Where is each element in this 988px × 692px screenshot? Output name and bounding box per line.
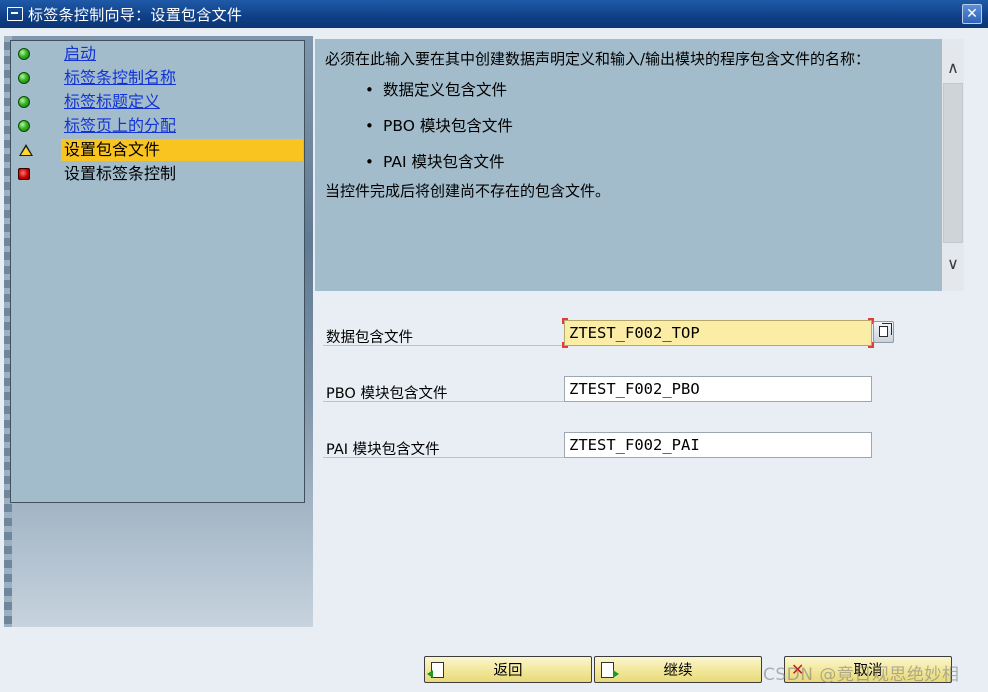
window-title: 标签条控制向导：设置包含文件 bbox=[28, 5, 243, 24]
step-label: 标签页上的分配 bbox=[64, 116, 177, 135]
back-arrow-icon bbox=[427, 662, 444, 678]
value-help-icon bbox=[879, 323, 892, 337]
pbo-include-input[interactable] bbox=[564, 376, 872, 402]
scrollbar-thumb[interactable] bbox=[943, 83, 963, 243]
instruction-panel: 必须在此输入要在其中创建数据声明定义和输入/输出模块的程序包含文件的名称： 数据… bbox=[315, 39, 942, 291]
step-set-tabstrip-control[interactable]: 设置标签条控制 bbox=[11, 163, 305, 185]
watermark: CSDN @竟日观思绝妙相 bbox=[763, 665, 960, 685]
step-start[interactable]: 启动 bbox=[11, 43, 305, 65]
instruction-scrollbar[interactable]: ∧ ∨ bbox=[942, 39, 964, 291]
label-underline bbox=[323, 401, 567, 402]
step-label: 设置包含文件 bbox=[64, 140, 161, 159]
window-titlebar: 标签条控制向导：设置包含文件 ✕ bbox=[0, 0, 988, 28]
close-icon: ✕ bbox=[966, 6, 978, 22]
wizard-step-list: 启动 标签条控制名称 标签标题定义 标签页上的分配 设置包含文件 设置标签条控制 bbox=[10, 40, 305, 503]
pai-include-input[interactable] bbox=[564, 432, 872, 458]
focus-marker bbox=[562, 342, 568, 348]
back-button[interactable]: 返回 bbox=[424, 656, 592, 683]
data-include-input[interactable] bbox=[564, 320, 872, 346]
step-set-include-files[interactable]: 设置包含文件 bbox=[19, 139, 303, 161]
completed-status-icon bbox=[18, 96, 30, 108]
step-label: 启动 bbox=[64, 44, 97, 63]
completed-status-icon bbox=[18, 72, 30, 84]
instruction-note: 当控件完成后将创建尚不存在的包含文件。 bbox=[325, 182, 611, 200]
list-item: PAI 模块包含文件 bbox=[325, 147, 932, 183]
step-tab-title-definition[interactable]: 标签标题定义 bbox=[11, 91, 305, 113]
include-file-list: 数据定义包含文件 PBO 模块包含文件 PAI 模块包含文件 bbox=[325, 75, 932, 183]
completed-status-icon bbox=[18, 48, 30, 60]
step-tab-page-assignment[interactable]: 标签页上的分配 bbox=[11, 115, 305, 137]
close-button[interactable]: ✕ bbox=[962, 4, 982, 24]
warning-triangle-icon bbox=[19, 144, 33, 156]
list-item: PBO 模块包含文件 bbox=[325, 111, 932, 147]
continue-button[interactable]: 继续 bbox=[594, 656, 762, 683]
dialog-icon bbox=[7, 7, 23, 21]
continue-arrow-icon bbox=[601, 662, 619, 678]
continue-button-label: 继续 bbox=[663, 663, 693, 679]
pbo-include-label: PBO 模块包含文件 bbox=[326, 386, 448, 402]
pai-include-label: PAI 模块包含文件 bbox=[326, 442, 440, 458]
scroll-down-icon[interactable]: ∨ bbox=[942, 241, 964, 285]
completed-status-icon bbox=[18, 120, 30, 132]
pai-include-row: PAI 模块包含文件 bbox=[323, 432, 873, 460]
label-underline bbox=[323, 457, 567, 458]
step-label: 设置标签条控制 bbox=[64, 164, 177, 183]
focus-marker bbox=[868, 342, 874, 348]
value-help-button[interactable] bbox=[873, 321, 894, 343]
step-label: 标签标题定义 bbox=[64, 92, 161, 111]
data-include-row: 数据包含文件 bbox=[323, 318, 894, 348]
step-label: 标签条控制名称 bbox=[64, 68, 177, 87]
instruction-text: 必须在此输入要在其中创建数据声明定义和输入/输出模块的程序包含文件的名称： bbox=[325, 50, 871, 68]
back-button-label: 返回 bbox=[493, 663, 523, 679]
data-include-label: 数据包含文件 bbox=[326, 330, 413, 346]
list-item: 数据定义包含文件 bbox=[325, 75, 932, 111]
label-underline bbox=[323, 345, 567, 346]
focus-marker bbox=[562, 318, 568, 324]
step-tabstrip-name[interactable]: 标签条控制名称 bbox=[11, 67, 305, 89]
pbo-include-row: PBO 模块包含文件 bbox=[323, 376, 873, 404]
pending-status-icon bbox=[18, 168, 30, 180]
